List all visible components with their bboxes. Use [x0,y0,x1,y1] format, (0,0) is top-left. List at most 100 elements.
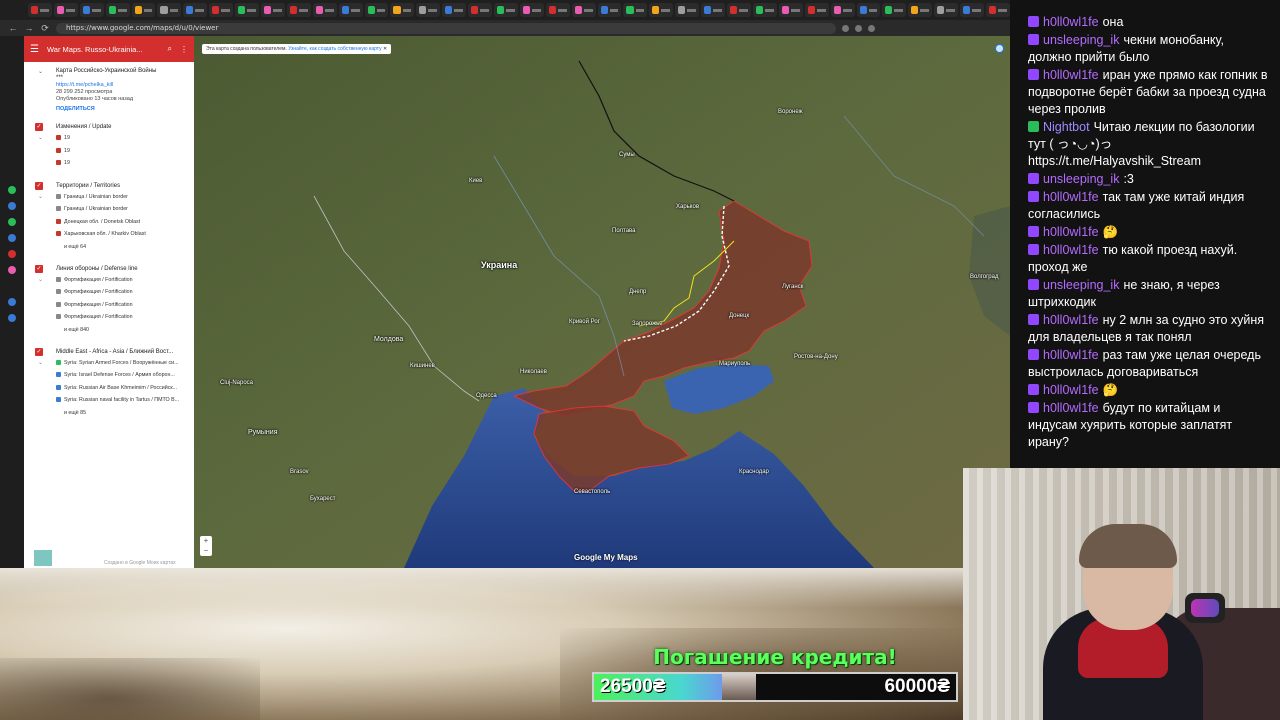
browser-tab[interactable] [701,3,726,17]
layer-item[interactable]: Харьковская обл. / Kharkiv Oblast [24,228,194,241]
layer-item[interactable]: ⌄ Syria: Syrian Armed Forces / Вооружённы… [24,357,194,370]
chat-username[interactable]: h0ll0wl1fe [1043,243,1099,257]
layer-checkbox[interactable]: ✓ [35,123,43,131]
browser-tab[interactable] [675,3,700,17]
browser-tab[interactable] [908,3,933,17]
show-more-link[interactable]: и ещё 840 [24,324,194,336]
layer-item[interactable]: Граница / Ukrainian border [24,203,194,216]
layer-item[interactable]: ⌄ Граница / Ukrainian border [24,191,194,204]
browser-tab[interactable] [416,3,441,17]
profile-icon[interactable] [868,24,875,32]
browser-tab[interactable] [571,3,596,17]
forward-icon[interactable]: → [24,23,34,33]
extension-icon[interactable] [855,24,862,32]
browser-tab[interactable] [390,3,415,17]
layer-item[interactable]: 19 [24,145,194,158]
chevron-down-icon[interactable]: ⌄ [38,274,43,287]
chat-username[interactable]: unsleeping_ik [1043,33,1119,47]
menu-icon[interactable]: ☰ [30,44,39,55]
side-panel-icon[interactable] [8,186,16,194]
layer-checkbox[interactable]: ✓ [35,181,43,190]
chat-username[interactable]: h0ll0wl1fe [1043,225,1099,239]
browser-tab[interactable] [934,3,959,17]
chat-username[interactable]: h0ll0wl1fe [1043,401,1099,415]
side-panel-icon[interactable] [8,234,16,242]
browser-tab[interactable] [494,3,518,17]
chevron-down-icon[interactable]: ⌄ [38,69,43,76]
browser-tab[interactable] [235,3,260,17]
browser-tab[interactable] [804,3,829,17]
layer-item[interactable]: Syria: Russian Air Base Khmeimim / Росси… [24,382,194,395]
browser-tab[interactable] [778,3,803,17]
chat-username[interactable]: h0ll0wl1fe [1043,313,1099,327]
browser-tab[interactable] [442,3,467,17]
map-thumbnail[interactable] [34,550,52,566]
chevron-down-icon[interactable]: ⌄ [38,191,43,204]
browser-tab[interactable] [157,3,182,17]
show-more-link[interactable]: и ещё 85 [24,407,194,419]
layer-item[interactable]: Фортификация / Fortification [24,286,194,299]
side-panel-icon[interactable] [8,298,16,306]
side-panel-icon[interactable] [8,202,16,210]
location-icon[interactable] [995,44,1004,53]
create-map-link[interactable]: Узнайте, как создать собственную карту [288,46,381,52]
browser-tab[interactable] [985,3,1010,17]
search-icon[interactable]: ⌕ [168,44,172,54]
chat-username[interactable]: h0ll0wl1fe [1043,68,1099,82]
show-more-link[interactable]: и ещё 64 [24,241,194,253]
chevron-down-icon[interactable]: ⌄ [38,357,43,370]
chat-username[interactable]: unsleeping_ik [1043,278,1119,292]
map-canvas[interactable]: Эта карта создана пользователем. Узнайте… [194,36,1010,568]
layer-item[interactable]: Фортификация / Fortification [24,311,194,324]
side-panel-icon[interactable] [8,314,16,322]
browser-tab[interactable] [752,3,777,17]
browser-tab[interactable] [286,3,311,17]
browser-tab[interactable] [183,3,208,17]
browser-tab[interactable] [727,3,751,17]
layer-item[interactable]: Донецкая обл. / Donetsk Oblast [24,216,194,229]
layer-item[interactable]: Syria: Russian naval facility in Tartus … [24,394,194,407]
zoom-in-button[interactable]: + [200,536,212,546]
chevron-down-icon[interactable]: ⌄ [38,132,43,145]
browser-tab[interactable] [105,3,130,17]
chat-username[interactable]: h0ll0wl1fe [1043,383,1099,397]
layer-item[interactable]: 19 [24,157,194,170]
browser-tab[interactable] [623,3,648,17]
more-options-icon[interactable]: ⋮ [180,45,188,54]
extension-icon[interactable] [842,24,849,32]
layer-item[interactable]: Syria: Israel Defense Forces / Армия обо… [24,369,194,382]
browser-tab[interactable] [364,3,389,17]
side-panel-icon[interactable] [8,218,16,226]
close-icon[interactable]: ✕ [383,46,387,52]
browser-tab[interactable] [856,3,881,17]
browser-tab[interactable] [519,3,544,17]
browser-tab[interactable] [312,3,337,17]
chat-username[interactable]: h0ll0wl1fe [1043,15,1099,29]
browser-tab[interactable] [597,3,622,17]
side-panel-icon[interactable] [8,266,16,274]
map-link[interactable]: https://t.me/pchelka_kill [56,82,186,89]
browser-tab[interactable] [131,3,156,17]
layer-checkbox[interactable]: ✓ [35,347,43,356]
browser-tab[interactable] [830,3,855,17]
layer-item[interactable]: ⌄ 19 [24,132,194,145]
browser-tab[interactable] [960,3,984,17]
browser-tab[interactable] [79,3,104,17]
zoom-out-button[interactable]: − [200,546,212,556]
chat-username[interactable]: Nightbot [1043,120,1090,134]
share-button[interactable]: ПОДЕЛИТЬСЯ [56,106,186,113]
chat-username[interactable]: unsleeping_ik [1043,172,1119,186]
layer-checkbox[interactable]: ✓ [35,264,43,273]
browser-tab[interactable] [649,3,674,17]
url-field[interactable]: https://www.google.com/maps/d/u/0/viewer [56,22,836,34]
layer-item[interactable]: Фортификация / Fortification [24,299,194,312]
chat-username[interactable]: h0ll0wl1fe [1043,190,1099,204]
browser-tab[interactable] [545,3,570,17]
back-icon[interactable]: ← [8,23,18,33]
browser-tab[interactable] [28,3,52,17]
layer-item[interactable]: ⌄ Фортификация / Fortification [24,274,194,287]
browser-tab[interactable] [882,3,907,17]
browser-tab[interactable] [468,3,493,17]
browser-tab[interactable] [261,3,285,17]
browser-tab[interactable] [53,3,78,17]
